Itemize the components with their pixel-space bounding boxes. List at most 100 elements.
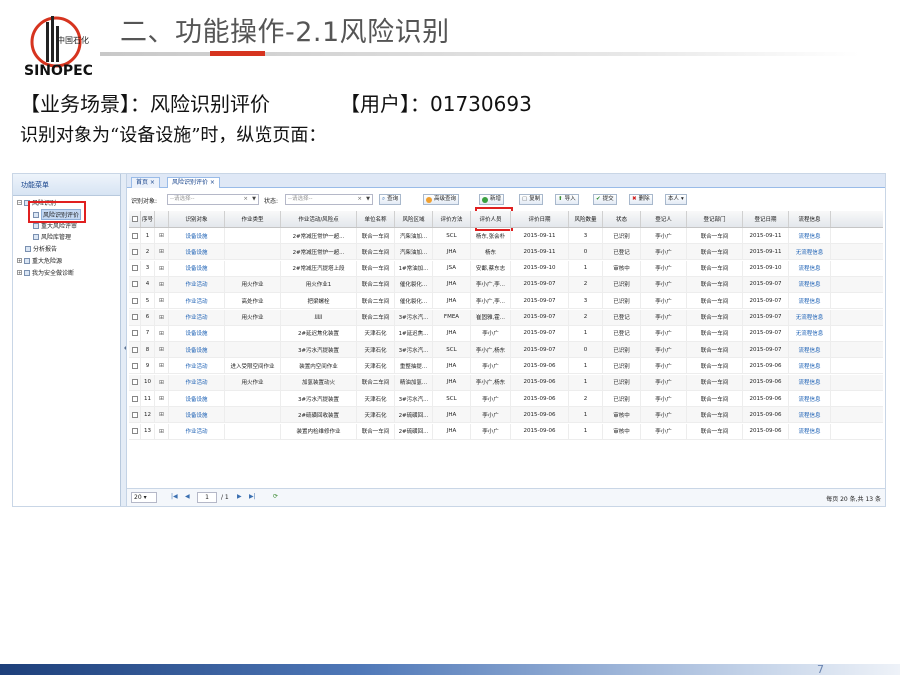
cell-flow-info[interactable]: 无流程信息 <box>789 309 831 325</box>
column-header-activity[interactable]: 作业活动/风险点 <box>281 211 357 227</box>
delete-button[interactable]: ✖ 删除 <box>629 194 653 205</box>
cell-expander[interactable]: ⊞ <box>155 276 169 292</box>
last-page-icon[interactable]: ▶| <box>249 493 256 500</box>
self-filter-button[interactable]: 本人 ▾ <box>665 194 687 205</box>
expand-icon[interactable]: + <box>17 270 22 275</box>
cell-select[interactable] <box>129 276 141 292</box>
table-row[interactable]: 8 ⊞ 设备设施 3#污水汽提装置 天津石化 3#污水汽... SCL 李小广,杨东 2015-… <box>129 342 883 359</box>
row-checkbox[interactable] <box>131 362 138 369</box>
tab-home[interactable]: 首页 × <box>131 177 160 188</box>
cell-flow-info[interactable]: 流程信息 <box>789 374 831 390</box>
tree-item-safety-diagnosis[interactable]: + 我为安全做诊断 <box>17 268 74 277</box>
column-header-unit[interactable]: 单位名称 <box>357 211 395 227</box>
cell-object[interactable]: 设备设施 <box>169 228 225 243</box>
row-checkbox[interactable] <box>131 330 138 337</box>
cell-expander[interactable]: ⊞ <box>155 358 169 374</box>
cell-expander[interactable]: ⊞ <box>155 260 169 276</box>
cell-select[interactable] <box>129 391 141 406</box>
row-expand-icon[interactable]: ⊞ <box>159 330 164 337</box>
row-expand-icon[interactable]: ⊞ <box>159 232 164 239</box>
row-expand-icon[interactable]: ⊞ <box>159 314 164 321</box>
column-header-method[interactable]: 评价方法 <box>433 211 471 227</box>
column-header-area[interactable]: 风险区域 <box>395 211 433 227</box>
tree-item-analysis-report[interactable]: 分析报告 <box>25 244 57 253</box>
chevron-down-icon[interactable]: ▼ <box>252 195 256 204</box>
cell-select[interactable] <box>129 407 141 423</box>
expand-icon[interactable]: + <box>17 258 22 263</box>
table-row[interactable]: 9 ⊞ 作业活动 进入受限空间作业 装置内空间作业 天津石化 重整抽提... JHA 李小广 20… <box>129 358 883 375</box>
column-header-expander[interactable] <box>155 211 169 227</box>
table-row[interactable]: 6 ⊞ 作业活动 用火作业 jjjjj 联合二车间 3#污水汽... FMEA 崔固雅,霍...… <box>129 309 883 326</box>
column-header-index[interactable]: 序号 <box>141 211 155 227</box>
table-row[interactable]: 13 ⊞ 作业活动 装置内检维修作业 联合一车间 2#硫磺回... JHA 李小广 2015-0… <box>129 423 883 440</box>
column-header-status[interactable]: 状态 <box>603 211 641 227</box>
table-row[interactable]: 7 ⊞ 设备设施 2#延迟焦化装置 天津石化 1#延迟焦... JHA 李小广 2015-09-… <box>129 325 883 342</box>
cell-flow-info[interactable]: 流程信息 <box>789 358 831 374</box>
table-row[interactable]: 5 ⊞ 作业活动 高处作业 把梁螺栓 联合二车间 催化裂化... JHA 李小广,李... 201… <box>129 293 883 310</box>
cell-expander[interactable]: ⊞ <box>155 391 169 406</box>
cell-select[interactable] <box>129 293 141 309</box>
row-expand-icon[interactable]: ⊞ <box>159 379 164 386</box>
cell-select[interactable] <box>129 309 141 325</box>
cell-object[interactable]: 设备设施 <box>169 325 225 341</box>
cell-expander[interactable]: ⊞ <box>155 244 169 260</box>
column-header-risk-count[interactable]: 风险数量 <box>569 211 603 227</box>
cell-object[interactable]: 作业活动 <box>169 293 225 309</box>
row-checkbox[interactable] <box>131 395 138 402</box>
column-header-registrar[interactable]: 登记人 <box>641 211 687 227</box>
cell-flow-info[interactable]: 流程信息 <box>789 260 831 276</box>
cell-flow-info[interactable]: 流程信息 <box>789 407 831 423</box>
refresh-icon[interactable]: ⟳ <box>273 493 278 500</box>
row-checkbox[interactable] <box>131 232 138 239</box>
row-expand-icon[interactable]: ⊞ <box>159 297 164 304</box>
cell-select[interactable] <box>129 423 141 439</box>
first-page-icon[interactable]: |◀ <box>171 493 178 500</box>
row-expand-icon[interactable]: ⊞ <box>159 281 164 288</box>
select-all-checkbox[interactable] <box>131 216 138 222</box>
row-checkbox[interactable] <box>131 265 138 272</box>
cell-object[interactable]: 作业活动 <box>169 358 225 374</box>
cell-flow-info[interactable]: 流程信息 <box>789 293 831 309</box>
cell-flow-info[interactable]: 流程信息 <box>789 342 831 358</box>
cell-flow-info[interactable]: 流程信息 <box>789 228 831 243</box>
table-row[interactable]: 12 ⊞ 设备设施 2#硫磺回收装置 天津石化 2#硫磺回... JHA 李小广 2015-09… <box>129 407 883 424</box>
cell-object[interactable]: 设备设施 <box>169 260 225 276</box>
column-header-work-type[interactable]: 作业类型 <box>225 211 281 227</box>
cell-expander[interactable]: ⊞ <box>155 374 169 390</box>
table-row[interactable]: 11 ⊞ 设备设施 3#污水汽提装置 天津石化 3#污水汽... SCL 李小广 2015-09… <box>129 391 883 407</box>
row-checkbox[interactable] <box>131 281 138 288</box>
cell-select[interactable] <box>129 358 141 374</box>
cell-select[interactable] <box>129 374 141 390</box>
column-header-select[interactable] <box>129 211 141 227</box>
add-button[interactable]: 新增 <box>479 194 505 205</box>
status-filter-select[interactable]: --请选择-- × ▼ <box>285 194 373 205</box>
table-row[interactable]: 4 ⊞ 作业活动 用火作业 用火作业1 联合二车间 催化裂化... JHA 李小广,李... 20… <box>129 276 883 293</box>
cell-select[interactable] <box>129 325 141 341</box>
object-filter-select[interactable]: --请选择-- × ▼ <box>167 194 259 205</box>
row-expand-icon[interactable]: ⊞ <box>159 265 164 272</box>
cell-object[interactable]: 设备设施 <box>169 342 225 358</box>
column-header-object[interactable]: 识别对象 <box>169 211 225 227</box>
cell-expander[interactable]: ⊞ <box>155 325 169 341</box>
cell-flow-info[interactable]: 无流程信息 <box>789 325 831 341</box>
advanced-query-button[interactable]: 高级查询 <box>423 194 460 205</box>
row-expand-icon[interactable]: ⊞ <box>159 346 164 353</box>
current-page-input[interactable]: 1 <box>197 492 217 503</box>
column-header-flow-info[interactable]: 流程信息 <box>789 211 831 227</box>
cell-flow-info[interactable]: 无流程信息 <box>789 244 831 260</box>
cell-expander[interactable]: ⊞ <box>155 342 169 358</box>
cell-object[interactable]: 设备设施 <box>169 407 225 423</box>
cell-select[interactable] <box>129 342 141 358</box>
cell-object[interactable]: 作业活动 <box>169 374 225 390</box>
collapse-icon[interactable]: − <box>17 200 22 205</box>
row-checkbox[interactable] <box>131 428 138 435</box>
cell-object[interactable]: 设备设施 <box>169 244 225 260</box>
cell-expander[interactable]: ⊞ <box>155 407 169 423</box>
cell-flow-info[interactable]: 流程信息 <box>789 423 831 439</box>
column-header-reg-dept[interactable]: 登记部门 <box>687 211 743 227</box>
cell-expander[interactable]: ⊞ <box>155 293 169 309</box>
cell-object[interactable]: 作业活动 <box>169 276 225 292</box>
column-header-evaluators[interactable]: 评价人员 <box>471 211 511 227</box>
tree-item-major-hazard[interactable]: + 重大危险源 <box>17 256 62 265</box>
prev-page-icon[interactable]: ◀ <box>185 493 190 500</box>
